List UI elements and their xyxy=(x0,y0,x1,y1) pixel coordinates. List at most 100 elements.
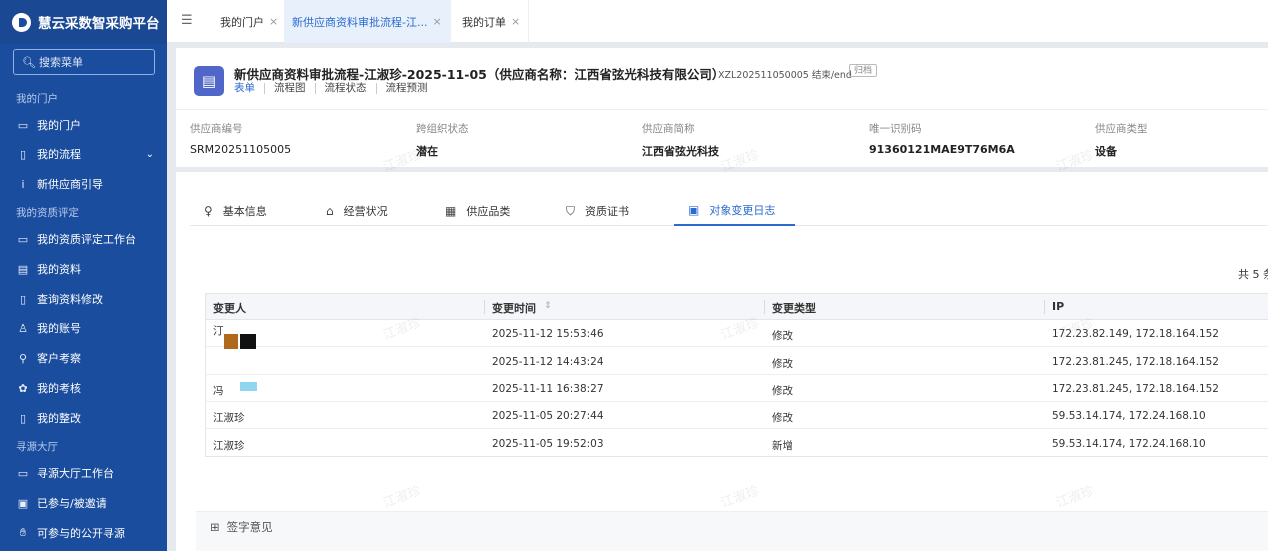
award-icon: ✿ xyxy=(18,381,28,395)
subtab-flow-forecast[interactable]: 流程预测 xyxy=(375,83,437,94)
column-header-time[interactable]: 变更时间 xyxy=(492,300,536,316)
field-unique-id: 唯一识别码 91360121MAE9T76M6A xyxy=(869,121,1015,156)
user-icon: ♙ xyxy=(18,321,28,335)
subtab-form[interactable]: 表单 xyxy=(234,83,264,94)
field-label: 供应商类型 xyxy=(1095,123,1148,135)
field-value: 江西省弦光科技 xyxy=(642,145,719,158)
tab-label: 我的订单 xyxy=(462,15,506,29)
sidebar-item-participated-invited[interactable]: ▣ 已参与/被邀请 xyxy=(16,490,166,516)
detail-tabs: ♀ 基本信息 ⌂ 经营状况 ▦ 供应品类 ⛉ 资质证书 ▣ 对象变更日志 xyxy=(190,196,1268,226)
field-label: 供应商编号 xyxy=(190,123,243,135)
tab-label: 对象变更日志 xyxy=(709,204,776,217)
table-row: 2025-11-12 14:43:24 修改 172.23.81.245, 17… xyxy=(206,348,1268,375)
sidebar-item-query-changes[interactable]: ▯ 查询资料修改 xyxy=(16,286,166,312)
cell-ip: 59.53.14.174, 172.24.168.10 xyxy=(1052,410,1206,422)
sidebar-item-label: 查询资料修改 xyxy=(37,293,103,306)
file-search-icon: ▯ xyxy=(19,292,27,306)
field-value: 91360121MAE9T76M6A xyxy=(869,143,1015,156)
sidebar-item-sourcing-workbench[interactable]: ▭ 寻源大厅工作台 xyxy=(16,460,166,486)
field-value: 设备 xyxy=(1095,145,1117,158)
sidebar-item-my-process[interactable]: ▯ 我的流程 ⌄ xyxy=(16,141,166,167)
tab-supplier-approval[interactable]: 新供应商资料审批流程-江... × xyxy=(284,0,451,43)
column-header-person: 变更人 xyxy=(213,302,246,315)
info-icon: i xyxy=(21,177,25,191)
tab-label: 新供应商资料审批流程-江... xyxy=(292,15,428,29)
tab-label: 经营状况 xyxy=(343,205,388,218)
sidebar-item-my-portal[interactable]: ▭ 我的门户 xyxy=(16,112,166,138)
subtab-flowchart[interactable]: 流程图 xyxy=(264,83,315,94)
lightbulb-icon: ♀ xyxy=(204,204,213,218)
tab-my-portal[interactable]: 我的门户 × xyxy=(212,0,288,43)
sidebar-item-public-sourcing[interactable]: ✋︎ 可参与的公开寻源 xyxy=(16,520,166,546)
file-edit-icon: ▯ xyxy=(19,411,27,425)
sidebar-item-label: 客户考察 xyxy=(37,352,81,365)
tab-supply-category[interactable]: ▦ 供应品类 xyxy=(445,196,510,226)
cell-type: 修改 xyxy=(772,412,793,424)
cell-ip: 172.23.82.149, 172.18.164.152 xyxy=(1052,328,1219,340)
sidebar-item-customer-inspection[interactable]: ⚲ 客户考察 xyxy=(16,345,166,371)
field-supplier-type: 供应商类型 设备 xyxy=(1095,121,1148,159)
redacted-mark xyxy=(240,382,257,391)
tab-certificates[interactable]: ⛉ 资质证书 xyxy=(566,196,629,226)
close-icon[interactable]: × xyxy=(269,15,278,28)
sidebar-item-my-account[interactable]: ♙ 我的账号 xyxy=(16,315,166,341)
monitor-icon: ▭ xyxy=(17,232,29,246)
cell-type: 修改 xyxy=(772,385,793,397)
monitor-icon: ▭ xyxy=(17,118,29,132)
redacted-mark xyxy=(224,334,238,349)
field-label: 跨组织状态 xyxy=(416,123,469,135)
collapse-menu-icon[interactable]: ☰ xyxy=(181,13,193,28)
cell-person: 江淑珍 xyxy=(213,440,245,452)
close-icon[interactable]: × xyxy=(511,15,520,28)
sidebar-item-label: 我的门户 xyxy=(37,119,81,132)
form-icon: ▤ xyxy=(194,66,224,96)
group-label-sourcing: 寻源大厅 xyxy=(16,441,58,453)
column-divider xyxy=(484,300,485,314)
table-row: 江淑珍 2025-11-05 19:52:03 新增 59.53.14.174,… xyxy=(206,430,1268,457)
app-logo[interactable]: 慧云采数智采购平台 xyxy=(0,0,167,44)
tab-label: 供应品类 xyxy=(466,205,511,218)
tab-change-log[interactable]: ▣ 对象变更日志 xyxy=(674,196,795,226)
sidebar-item-my-assessment[interactable]: ✿ 我的考核 xyxy=(16,375,166,401)
status-badge: 归档 xyxy=(849,64,878,77)
calendar-icon: ▣ xyxy=(17,496,29,510)
column-header-ip: IP xyxy=(1052,300,1065,313)
sidebar-item-label: 我的资料 xyxy=(37,263,81,276)
sidebar-item-my-rectification[interactable]: ▯ 我的整改 xyxy=(16,405,166,431)
menu-search-input[interactable]: 🔍︎ 搜索菜单 xyxy=(13,49,155,75)
cell-ip: 172.23.81.245, 172.18.164.152 xyxy=(1052,356,1219,368)
sort-icon[interactable]: ⇕ xyxy=(544,301,552,311)
field-value: 潜在 xyxy=(416,145,438,158)
sidebar-item-new-supplier-guide[interactable]: i 新供应商引导 xyxy=(16,171,166,197)
sidebar-item-qualification-workbench[interactable]: ▭ 我的资质评定工作台 xyxy=(16,226,166,252)
menu-search-placeholder: 搜索菜单 xyxy=(38,56,83,69)
tab-business-status[interactable]: ⌂ 经营状况 xyxy=(326,196,388,226)
sidebar-item-label: 我的考核 xyxy=(37,382,81,395)
cell-time: 2025-11-12 14:43:24 xyxy=(492,356,604,368)
redacted-mark xyxy=(240,334,256,349)
field-cross-org-status: 跨组织状态 潜在 xyxy=(416,121,469,159)
cell-time: 2025-11-12 15:53:46 xyxy=(492,328,604,340)
supplier-info-bar: 供应商编号 SRM20251105005 跨组织状态潜在 供应商简称江西省弦光科技… xyxy=(176,112,1268,172)
sidebar-item-label: 可参与的公开寻源 xyxy=(37,527,125,540)
tab-my-orders[interactable]: 我的订单 × xyxy=(454,0,530,43)
search-icon: 🔍︎ xyxy=(22,55,36,69)
sidebar-item-my-profile[interactable]: ▤ 我的资料 xyxy=(16,256,166,282)
cell-time: 2025-11-11 16:38:27 xyxy=(492,383,604,395)
tab-basic-info[interactable]: ♀ 基本信息 xyxy=(204,196,267,226)
sidebar-item-label: 我的账号 xyxy=(37,322,81,335)
change-log-table: 变更人 变更时间 ⇕ 变更类型 IP 汀 2025-11-12 15:53:46… xyxy=(205,293,1268,457)
field-label: 供应商简称 xyxy=(642,123,695,135)
cell-person: 汀 xyxy=(213,325,224,337)
close-icon[interactable]: × xyxy=(432,15,441,28)
chevron-down-icon: ⌄ xyxy=(145,148,154,160)
header-subtabs: 表单 流程图 流程状态 流程预测 xyxy=(234,83,437,94)
field-supplier-code: 供应商编号 SRM20251105005 xyxy=(190,121,291,156)
signature-opinion-header[interactable]: ⊞ 签字意见 xyxy=(210,519,280,535)
tab-label: 资质证书 xyxy=(585,205,630,218)
column-divider xyxy=(764,300,765,314)
signature-opinion-section[interactable]: ⊞ 签字意见 xyxy=(196,511,1268,551)
search-icon: ⚲ xyxy=(18,351,28,365)
table-header: 变更人 变更时间 ⇕ 变更类型 IP xyxy=(206,294,1268,320)
subtab-flow-status[interactable]: 流程状态 xyxy=(314,83,376,94)
